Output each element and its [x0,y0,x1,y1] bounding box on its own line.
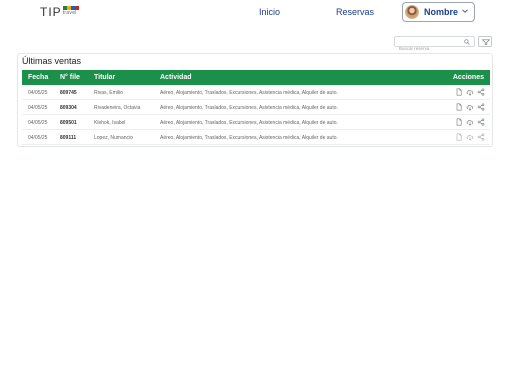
share-icon[interactable] [477,133,485,141]
logo-text: TIP [40,5,62,19]
cell-titular: Klehok, Isabel [94,120,126,126]
cell-titular: Rivas, Emilio [94,90,123,96]
top-header: TIP travel Inicio Reservas Nombre [0,0,512,28]
document-icon[interactable] [455,88,463,96]
cloud-download-icon[interactable] [466,88,474,96]
search-input[interactable] [395,44,463,53]
cloud-download-icon[interactable] [466,118,474,126]
cell-actividad: Aéreo, Alojamiento, Traslados, Excursion… [160,90,338,96]
row-actions [455,133,485,141]
table-row[interactable]: 04/05/25 809304 Rivadeneira, Octavia Aér… [22,100,490,115]
header-acciones: Acciones [452,74,484,81]
cell-actividad: Aéreo, Alojamiento, Traslados, Excursion… [160,105,338,111]
table-row[interactable]: 04/05/25 809111 Lopez, Numancio Aéreo, A… [22,130,490,145]
table-row[interactable]: 04/05/25 809745 Rivas, Emilio Aéreo, Alo… [22,85,490,100]
cloud-download-icon[interactable] [466,133,474,141]
document-icon[interactable] [455,103,463,111]
nav-inicio-link[interactable]: Inicio [259,7,280,18]
avatar [405,5,419,19]
logo-subtext: travel [62,10,77,16]
cell-fecha: 04/05/25 [28,135,48,141]
filter-button[interactable] [478,36,492,47]
document-icon[interactable] [455,118,463,126]
filter-icon [482,39,490,45]
header-actividad[interactable]: Actividad [160,74,192,81]
cell-fecha: 04/05/25 [28,105,48,111]
cell-file[interactable]: 809501 [60,120,77,126]
user-menu-button[interactable]: Nombre [402,2,475,22]
cloud-download-icon[interactable] [466,103,474,111]
cell-actividad: Aéreo, Alojamiento, Traslados, Excursion… [160,135,338,141]
header-file[interactable]: N° file [60,74,80,81]
row-actions [455,103,485,111]
cell-titular: Rivadeneira, Octavia [94,105,141,111]
table-header: Fecha N° file Titular Actividad Acciones [22,70,490,85]
search-icon[interactable] [464,39,470,45]
header-titular[interactable]: Titular [94,74,115,81]
ultimas-ventas-panel: Últimas ventas Fecha N° file Titular Act… [17,53,493,147]
row-actions [455,88,485,96]
search-box [394,36,475,53]
cell-actividad: Aéreo, Alojamiento, Traslados, Excursion… [160,120,338,126]
share-icon[interactable] [477,118,485,126]
row-actions [455,118,485,126]
share-icon[interactable] [477,88,485,96]
cell-fecha: 04/05/25 [28,90,48,96]
cell-file[interactable]: 809304 [60,105,77,111]
panel-title: Últimas ventas [22,56,82,66]
cell-file[interactable]: 809111 [60,135,76,141]
cell-file[interactable]: 809745 [60,90,77,96]
chevron-down-icon [462,9,468,13]
user-name: Nombre [424,7,459,17]
document-icon[interactable] [455,133,463,141]
tip-travel-logo[interactable]: TIP travel [40,5,79,19]
cell-titular: Lopez, Numancio [94,135,133,141]
nav-reservas-link[interactable]: Reservas [336,7,374,18]
cell-fecha: 04/05/25 [28,120,48,126]
share-icon[interactable] [477,103,485,111]
header-fecha[interactable]: Fecha [28,74,48,81]
table-row[interactable]: 04/05/25 809501 Klehok, Isabel Aéreo, Al… [22,115,490,130]
logo-side: travel [62,6,79,16]
sales-toolbar [394,36,492,53]
